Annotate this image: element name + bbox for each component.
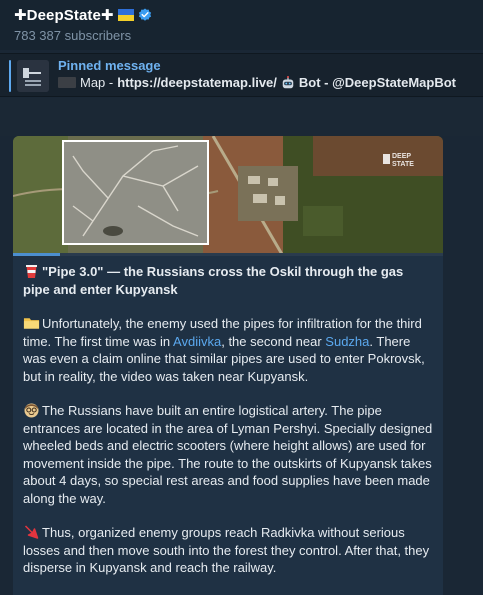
pinned-map-text: Map - <box>80 75 114 90</box>
title-row: ✚DeepState✚ <box>14 5 469 25</box>
pinned-accent-line <box>9 60 11 92</box>
post-media-video[interactable]: DEEP STATE <box>13 136 443 256</box>
pinned-thumbnail <box>17 60 49 92</box>
pinned-text: Pinned message Map - https://deepstatema… <box>58 58 483 90</box>
red-cup-icon <box>26 265 37 278</box>
telegram-channel-view: ✚DeepState✚ 783 387 subscribers Pinned m… <box>0 0 483 595</box>
video-progress-fill <box>13 253 61 256</box>
satellite-image <box>13 136 443 256</box>
media-watermark: DEEP STATE <box>392 153 414 168</box>
paragraph-2-text: The Russians have built an entire logist… <box>23 403 433 506</box>
black-flag-icon <box>58 77 76 88</box>
pinned-label: Pinned message <box>58 58 161 73</box>
deepstate-logo-icon <box>17 60 49 92</box>
ukraine-flag-icon <box>117 9 134 21</box>
folder-icon <box>23 318 40 329</box>
channel-title: ✚DeepState✚ <box>14 7 114 24</box>
link-avdiivka[interactable]: Avdiivka <box>173 334 221 349</box>
video-progress-bar[interactable] <box>13 253 443 256</box>
paragraph-3-text: Thus, organized enemy groups reach Radki… <box>23 525 430 575</box>
pinned-map-url[interactable]: https://deepstatemap.live/ <box>117 75 277 90</box>
paragraph-3: Thus, organized enemy groups reach Radki… <box>23 524 433 577</box>
pinned-message-bar[interactable]: Pinned message Map - https://deepstatema… <box>0 53 483 97</box>
nerd-face-icon <box>24 403 39 418</box>
robot-icon <box>282 75 294 88</box>
paragraph-1-part-b: , the second near <box>221 333 326 349</box>
channel-post: DEEP STATE "Pipe 3.0" — the Russians cro… <box>13 136 443 595</box>
chat-background-band <box>0 98 483 136</box>
verified-badge-icon <box>138 8 151 21</box>
link-sudzha[interactable]: Sudzha <box>325 334 369 349</box>
pinned-preview: Map - https://deepstatemap.live/ Bot - @… <box>58 75 483 90</box>
pinned-bot-text[interactable]: Bot - @DeepStateMapBot <box>299 75 456 90</box>
post-title: "Pipe 3.0" — the Russians cross the Oski… <box>23 264 404 297</box>
post-text: "Pipe 3.0" — the Russians cross the Oski… <box>13 256 443 577</box>
paragraph-2: The Russians have built an entire logist… <box>23 402 433 507</box>
paragraph-1: Unfortunately, the enemy used the pipes … <box>23 315 433 385</box>
subscriber-count: 783 387 subscribers <box>14 28 132 43</box>
red-arrow-icon <box>24 525 39 539</box>
chat-header[interactable]: ✚DeepState✚ 783 387 subscribers <box>0 0 483 50</box>
post-title-line: "Pipe 3.0" — the Russians cross the Oski… <box>23 263 433 298</box>
